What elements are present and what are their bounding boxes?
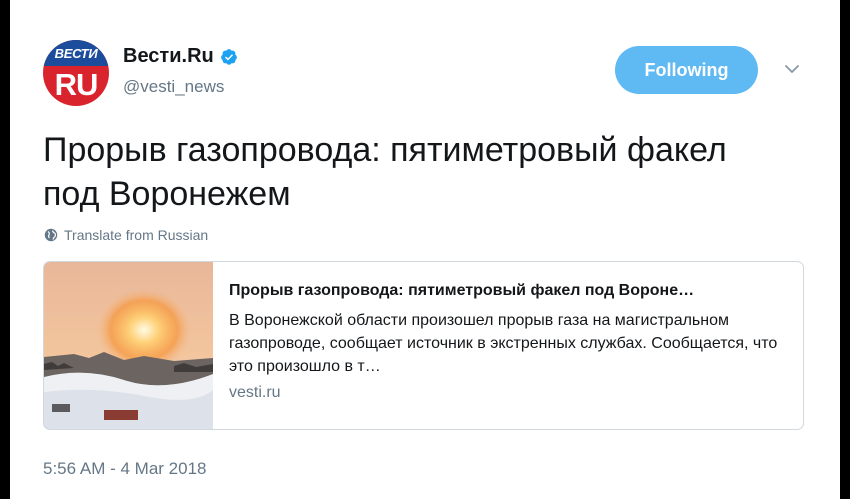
verified-badge-icon xyxy=(220,48,237,65)
card-body: Прорыв газопровода: пятиметровый факел п… xyxy=(213,262,803,429)
card-thumbnail-image xyxy=(44,262,213,429)
tweet-card: ВЕСТИ RU Вести.Ru @vesti_news Following … xyxy=(10,0,840,499)
chevron-down-icon[interactable] xyxy=(783,60,801,78)
user-name-text: Вести.Ru xyxy=(123,45,214,67)
following-button[interactable]: Following xyxy=(615,46,758,94)
tweet-text: Прорыв газопровода: пятиметровый факел п… xyxy=(43,131,727,213)
link-preview-card[interactable]: Прорыв газопровода: пятиметровый факел п… xyxy=(43,261,804,430)
avatar-logo-bottom: RU xyxy=(54,67,99,102)
translate-label: Translate from Russian xyxy=(64,227,209,243)
translate-link[interactable]: Translate from Russian xyxy=(44,227,208,243)
avatar[interactable]: ВЕСТИ RU xyxy=(43,40,109,106)
card-title[interactable]: Прорыв газопровода: пятиметровый факел п… xyxy=(229,279,787,303)
user-display-name[interactable]: Вести.Ru xyxy=(123,45,238,68)
user-handle[interactable]: @vesti_news xyxy=(123,77,224,97)
card-domain: vesti.ru xyxy=(229,384,281,401)
card-description: В Воронежской области произошел прорыв г… xyxy=(229,312,778,375)
tweet-timestamp[interactable]: 5:56 AM - 4 Mar 2018 xyxy=(43,459,206,479)
avatar-logo-top: ВЕСТИ xyxy=(43,40,109,66)
globe-icon xyxy=(44,228,58,242)
